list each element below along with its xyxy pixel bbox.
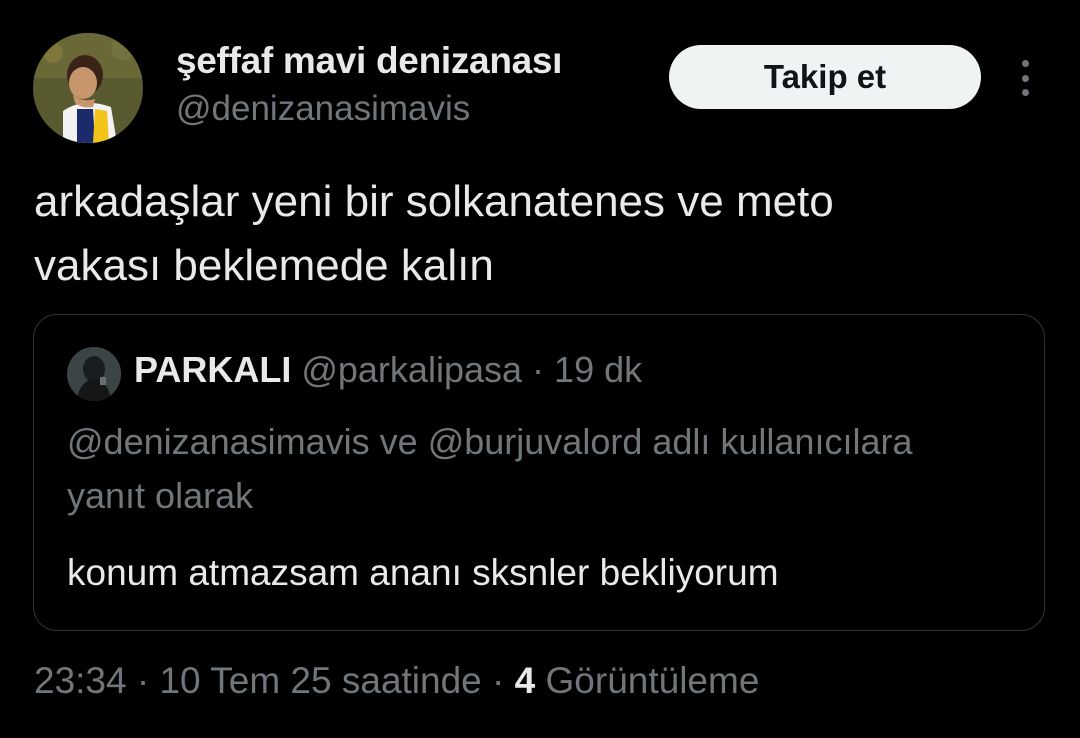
- follow-button[interactable]: Takip et: [669, 45, 981, 109]
- separator-dot: ·: [136, 660, 150, 701]
- quoted-author-name[interactable]: PARKALI: [134, 349, 291, 390]
- separator-dot: ·: [532, 349, 545, 390]
- author-display-name[interactable]: şeffaf mavi denizanası: [176, 40, 562, 82]
- views-label: Görüntüleme: [545, 660, 760, 701]
- separator-dot: ·: [492, 660, 505, 701]
- quoted-tweet-card[interactable]: PARKALI @parkalipasa · 19 dk @denizanasi…: [33, 314, 1045, 631]
- profile-avatar-icon: [33, 33, 143, 143]
- hooded-figure-icon: [67, 347, 121, 401]
- tweet-meta: 23:34 · 10 Tem 25 saatinde · 4 Görüntüle…: [34, 660, 759, 702]
- tweet-date[interactable]: 10 Tem 25 saatinde: [159, 660, 481, 701]
- more-dot: [1021, 89, 1029, 96]
- more-vertical-icon[interactable]: [1010, 60, 1040, 96]
- more-dot: [1021, 74, 1029, 82]
- quoted-author-avatar[interactable]: [67, 347, 121, 401]
- tweet-text: arkadaşlar yeni bir solkanatenes ve meto…: [34, 177, 834, 290]
- quoted-reply-context: @denizanasimavis ve @burjuvalord adlı ku…: [67, 421, 913, 516]
- quoted-header: PARKALI @parkalipasa · 19 dk: [134, 349, 642, 391]
- views-count: 4: [514, 660, 536, 701]
- more-dot: [1021, 60, 1029, 67]
- quoted-tweet-text: konum atmazsam ananı sksnler bekliyorum: [67, 552, 779, 593]
- quoted-timestamp[interactable]: 19 dk: [554, 349, 642, 390]
- author-handle[interactable]: @denizanasimavis: [176, 89, 470, 129]
- author-avatar[interactable]: [33, 33, 143, 143]
- quoted-author-handle[interactable]: @parkalipasa: [301, 349, 522, 390]
- tweet-time[interactable]: 23:34: [34, 660, 127, 701]
